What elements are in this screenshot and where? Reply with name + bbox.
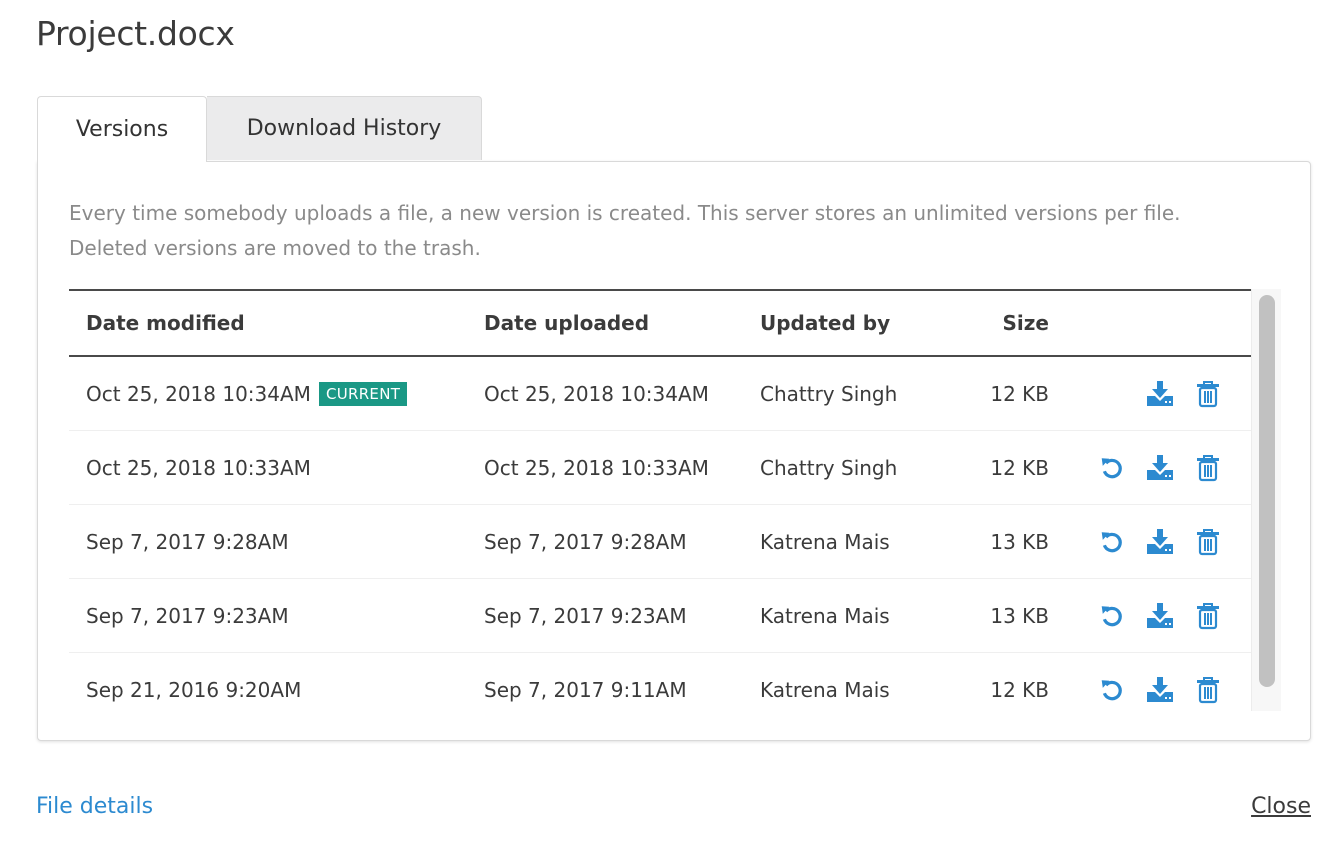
- cell-size: 13 KB: [960, 578, 1049, 653]
- delete-version-button[interactable]: [1193, 454, 1223, 482]
- current-version-badge: CURRENT: [318, 381, 408, 406]
- cell-date-modified: Sep 21, 2016 9:20AM: [69, 652, 484, 711]
- date-modified-text: Oct 25, 2018 10:34AM: [86, 381, 311, 406]
- cell-date-uploaded: Sep 7, 2017 9:23AM: [484, 578, 760, 653]
- cell-size: 12 KB: [960, 430, 1049, 505]
- restore-icon: [1099, 677, 1125, 703]
- close-link[interactable]: Close: [1251, 794, 1311, 819]
- versions-panel: Every time somebody uploads a file, a ne…: [37, 161, 1311, 741]
- cell-size: 12 KB: [960, 356, 1049, 431]
- trash-icon: [1196, 380, 1220, 408]
- row-actions: [1049, 602, 1251, 630]
- restore-icon: [1099, 529, 1125, 555]
- tab-bar: Versions Download History: [37, 96, 482, 162]
- delete-version-button[interactable]: [1193, 602, 1223, 630]
- cell-date-modified: Oct 25, 2018 10:33AM: [69, 430, 484, 505]
- download-version-button[interactable]: [1145, 380, 1175, 408]
- file-details-link[interactable]: File details: [36, 794, 153, 819]
- restore-version-button[interactable]: [1097, 676, 1127, 704]
- download-version-button[interactable]: [1145, 454, 1175, 482]
- table-row: Oct 25, 2018 10:33AM Oct 25, 2018 10:33A…: [69, 430, 1251, 505]
- date-modified-text: Sep 7, 2017 9:23AM: [86, 603, 289, 628]
- delete-version-button[interactable]: [1193, 528, 1223, 556]
- column-header-date-uploaded: Date uploaded: [484, 289, 760, 357]
- cell-actions: [1049, 504, 1251, 579]
- cell-updated-by: Katrena Mais: [760, 578, 960, 653]
- row-actions: [1049, 676, 1251, 704]
- download-version-button[interactable]: [1145, 676, 1175, 704]
- date-modified-text: Oct 25, 2018 10:33AM: [86, 455, 311, 480]
- column-header-updated-by: Updated by: [760, 289, 960, 357]
- tab-versions[interactable]: Versions: [37, 96, 207, 162]
- restore-icon: [1099, 455, 1125, 481]
- cell-size: 12 KB: [960, 652, 1049, 711]
- restore-version-button[interactable]: [1097, 528, 1127, 556]
- download-version-button[interactable]: [1145, 528, 1175, 556]
- cell-actions: [1049, 356, 1251, 431]
- cell-actions: [1049, 578, 1251, 653]
- cell-updated-by: Katrena Mais: [760, 652, 960, 711]
- cell-date-modified: Oct 25, 2018 10:34AM CURRENT: [69, 356, 484, 431]
- dialog-title: Project.docx: [36, 14, 235, 53]
- date-modified-text: Sep 21, 2016 9:20AM: [86, 677, 302, 702]
- delete-version-button[interactable]: [1193, 676, 1223, 704]
- table-scrollbar[interactable]: [1251, 289, 1281, 711]
- cell-date-uploaded: Oct 25, 2018 10:34AM: [484, 356, 760, 431]
- cell-size: 13 KB: [960, 504, 1049, 579]
- trash-icon: [1196, 454, 1220, 482]
- table-row: Oct 25, 2018 10:34AM CURRENT Oct 25, 2018…: [69, 356, 1251, 431]
- restore-version-button[interactable]: [1097, 602, 1127, 630]
- row-actions: [1049, 528, 1251, 556]
- cell-updated-by: Katrena Mais: [760, 504, 960, 579]
- cell-updated-by: Chattry Singh: [760, 356, 960, 431]
- cell-date-uploaded: Sep 7, 2017 9:28AM: [484, 504, 760, 579]
- table-row: Sep 7, 2017 9:28AM Sep 7, 2017 9:28AM Ka…: [69, 504, 1251, 579]
- row-actions: [1049, 454, 1251, 482]
- table-row: Sep 7, 2017 9:23AM Sep 7, 2017 9:23AM Ka…: [69, 578, 1251, 653]
- column-header-date-modified: Date modified: [69, 289, 484, 357]
- row-actions: [1049, 380, 1251, 408]
- cell-date-uploaded: Oct 25, 2018 10:33AM: [484, 430, 760, 505]
- cell-updated-by: Chattry Singh: [760, 430, 960, 505]
- download-icon: [1146, 602, 1174, 629]
- versions-table-container: Date modified Date uploaded Updated by S…: [69, 289, 1251, 711]
- cell-date-modified: Sep 7, 2017 9:23AM: [69, 578, 484, 653]
- versions-description: Every time somebody uploads a file, a ne…: [69, 201, 1181, 260]
- cell-actions: [1049, 652, 1251, 711]
- table-row: Sep 21, 2016 9:20AM Sep 7, 2017 9:11AM K…: [69, 652, 1251, 711]
- cell-actions: [1049, 430, 1251, 505]
- download-version-button[interactable]: [1145, 602, 1175, 630]
- restore-icon: [1099, 603, 1125, 629]
- column-header-size: Size: [960, 289, 1049, 357]
- trash-icon: [1196, 676, 1220, 704]
- delete-version-button[interactable]: [1193, 380, 1223, 408]
- download-icon: [1146, 454, 1174, 481]
- trash-icon: [1196, 602, 1220, 630]
- download-icon: [1146, 528, 1174, 555]
- download-icon: [1146, 676, 1174, 703]
- tab-download-history[interactable]: Download History: [207, 96, 482, 160]
- table-header-row: Date modified Date uploaded Updated by S…: [69, 289, 1251, 357]
- cell-date-uploaded: Sep 7, 2017 9:11AM: [484, 652, 760, 711]
- trash-icon: [1196, 528, 1220, 556]
- download-icon: [1146, 380, 1174, 407]
- restore-version-button[interactable]: [1097, 454, 1127, 482]
- versions-table: Date modified Date uploaded Updated by S…: [69, 289, 1251, 711]
- column-header-actions: [1049, 289, 1251, 357]
- scrollbar-thumb[interactable]: [1259, 295, 1275, 687]
- date-modified-text: Sep 7, 2017 9:28AM: [86, 529, 289, 554]
- cell-date-modified: Sep 7, 2017 9:28AM: [69, 504, 484, 579]
